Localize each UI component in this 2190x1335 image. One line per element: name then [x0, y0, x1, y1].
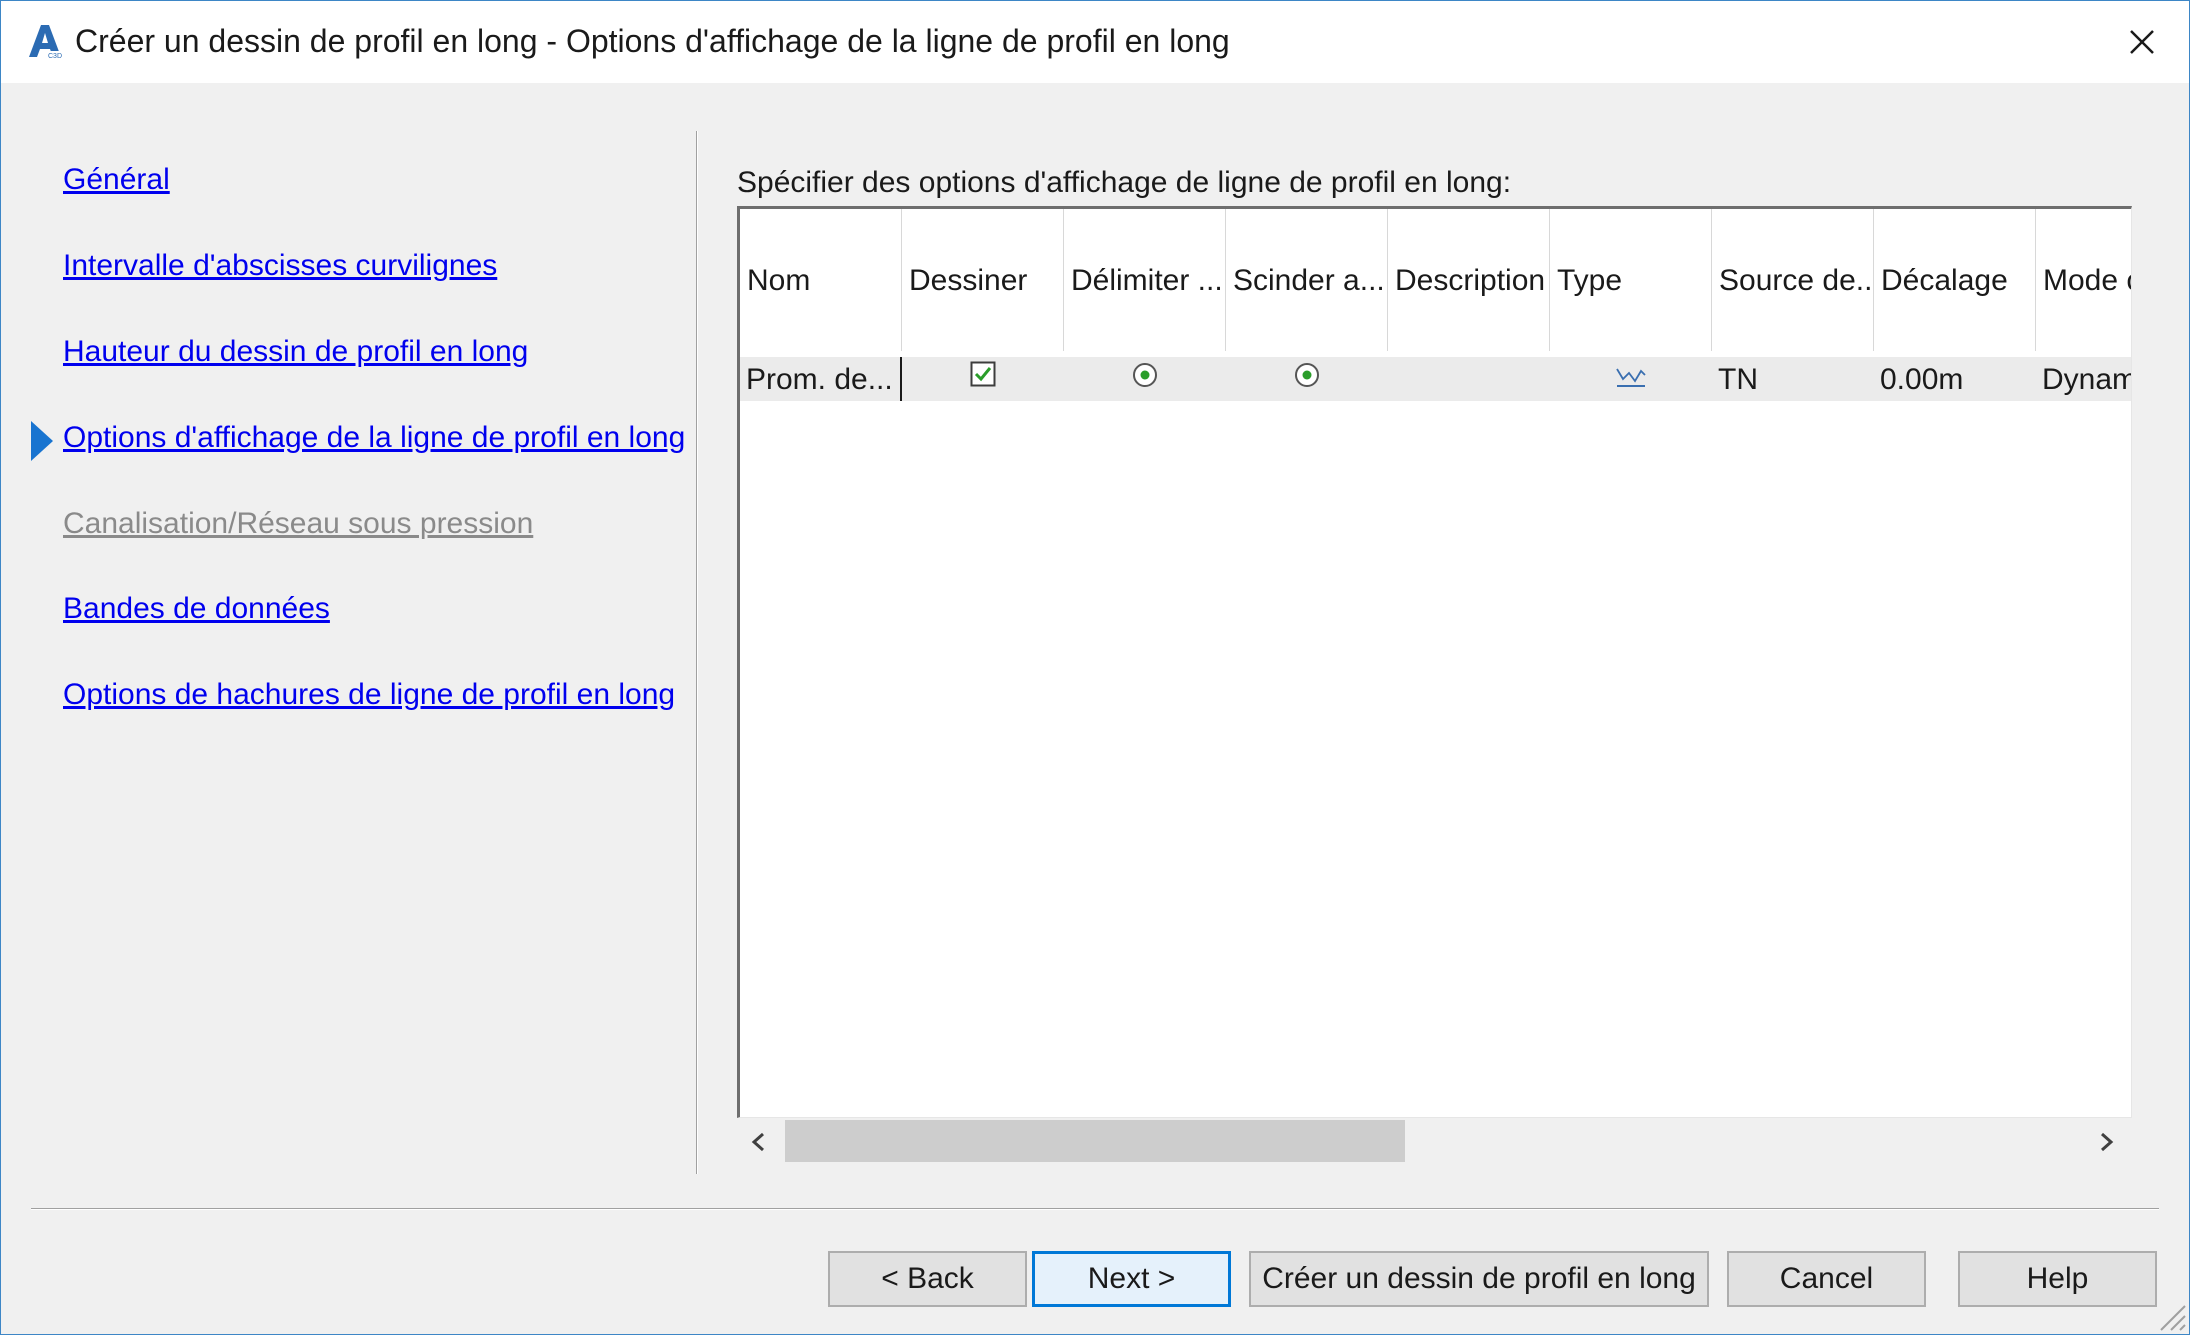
chevron-left-icon[interactable]: [741, 1124, 777, 1160]
autocad-civil3d-icon: C3D: [29, 25, 62, 60]
column-header-description[interactable]: Description: [1388, 209, 1550, 351]
close-icon[interactable]: [2119, 19, 2165, 65]
window-title: Créer un dessin de profil en long - Opti…: [75, 23, 1230, 59]
nav-station-range[interactable]: Intervalle d'abscisses curvilignes: [63, 249, 497, 283]
profile-options-grid: Nom Dessiner Délimiter ... Scinder a... …: [737, 206, 2132, 1118]
cancel-button[interactable]: Cancel: [1727, 1251, 1926, 1307]
scrollbar-thumb[interactable]: [785, 1120, 1405, 1162]
horizontal-scrollbar[interactable]: [737, 1118, 2132, 1164]
wizard-navigation: Général Intervalle d'abscisses curvilign…: [1, 131, 691, 1171]
column-header-nom[interactable]: Nom: [740, 209, 902, 351]
title-bar: C3D Créer un dessin de profil en long - …: [1, 1, 2189, 83]
cell-nom[interactable]: Prom. de...: [740, 357, 902, 401]
nav-pipe-pressure-network: Canalisation/Réseau sous pression: [63, 507, 534, 540]
checkbox-checked-icon[interactable]: [970, 361, 996, 387]
column-header-source[interactable]: Source de...: [1712, 209, 1874, 351]
vertical-divider: [696, 131, 698, 1174]
grid-header: Nom Dessiner Délimiter ... Scinder a... …: [740, 209, 2131, 351]
cell-scinder: [1226, 357, 1388, 401]
chevron-right-icon[interactable]: [2088, 1124, 2124, 1160]
nav-profile-display-options[interactable]: Options d'affichage de la ligne de profi…: [63, 421, 685, 455]
nav-profile-hatch-options[interactable]: Options de hachures de ligne de profil e…: [63, 678, 675, 712]
current-step-marker-icon: [31, 421, 53, 461]
svg-text:C3D: C3D: [48, 53, 62, 60]
cell-decalage[interactable]: 0.00m: [1874, 357, 2036, 401]
column-header-scinder[interactable]: Scinder a...: [1226, 209, 1388, 351]
table-row[interactable]: Prom. de... TN 0.00m Dynam: [740, 357, 2131, 401]
cell-delimiter: [1064, 357, 1226, 401]
radio-selected-icon[interactable]: [1293, 361, 1321, 389]
column-header-mode[interactable]: Mode c: [2036, 209, 2131, 351]
back-button[interactable]: < Back: [828, 1251, 1027, 1307]
column-header-decalage[interactable]: Décalage: [1874, 209, 2036, 351]
cell-description[interactable]: [1388, 357, 1550, 401]
horizontal-divider: [31, 1208, 2159, 1210]
nav-data-bands[interactable]: Bandes de données: [63, 592, 330, 626]
cell-source[interactable]: TN: [1712, 357, 1874, 401]
radio-selected-icon[interactable]: [1131, 361, 1159, 389]
nav-general[interactable]: Général: [63, 163, 170, 197]
help-button[interactable]: Help: [1958, 1251, 2157, 1307]
cell-dessiner: [902, 357, 1064, 401]
column-header-delimiter[interactable]: Délimiter ...: [1064, 209, 1226, 351]
next-button[interactable]: Next >: [1032, 1251, 1231, 1307]
create-profile-view-button[interactable]: Créer un dessin de profil en long: [1249, 1251, 1709, 1307]
dialog-window: C3D Créer un dessin de profil en long - …: [0, 0, 2190, 1335]
profile-type-icon: [1616, 368, 1646, 387]
column-header-type[interactable]: Type: [1550, 209, 1712, 351]
panel-instruction-label: Spécifier des options d'affichage de lig…: [737, 166, 1512, 199]
column-header-dessiner[interactable]: Dessiner: [902, 209, 1064, 351]
cell-mode[interactable]: Dynam: [2036, 357, 2131, 401]
resize-grip-icon[interactable]: [2151, 1296, 2187, 1332]
cell-type: [1550, 357, 1712, 401]
nav-profile-view-height[interactable]: Hauteur du dessin de profil en long: [63, 335, 528, 369]
